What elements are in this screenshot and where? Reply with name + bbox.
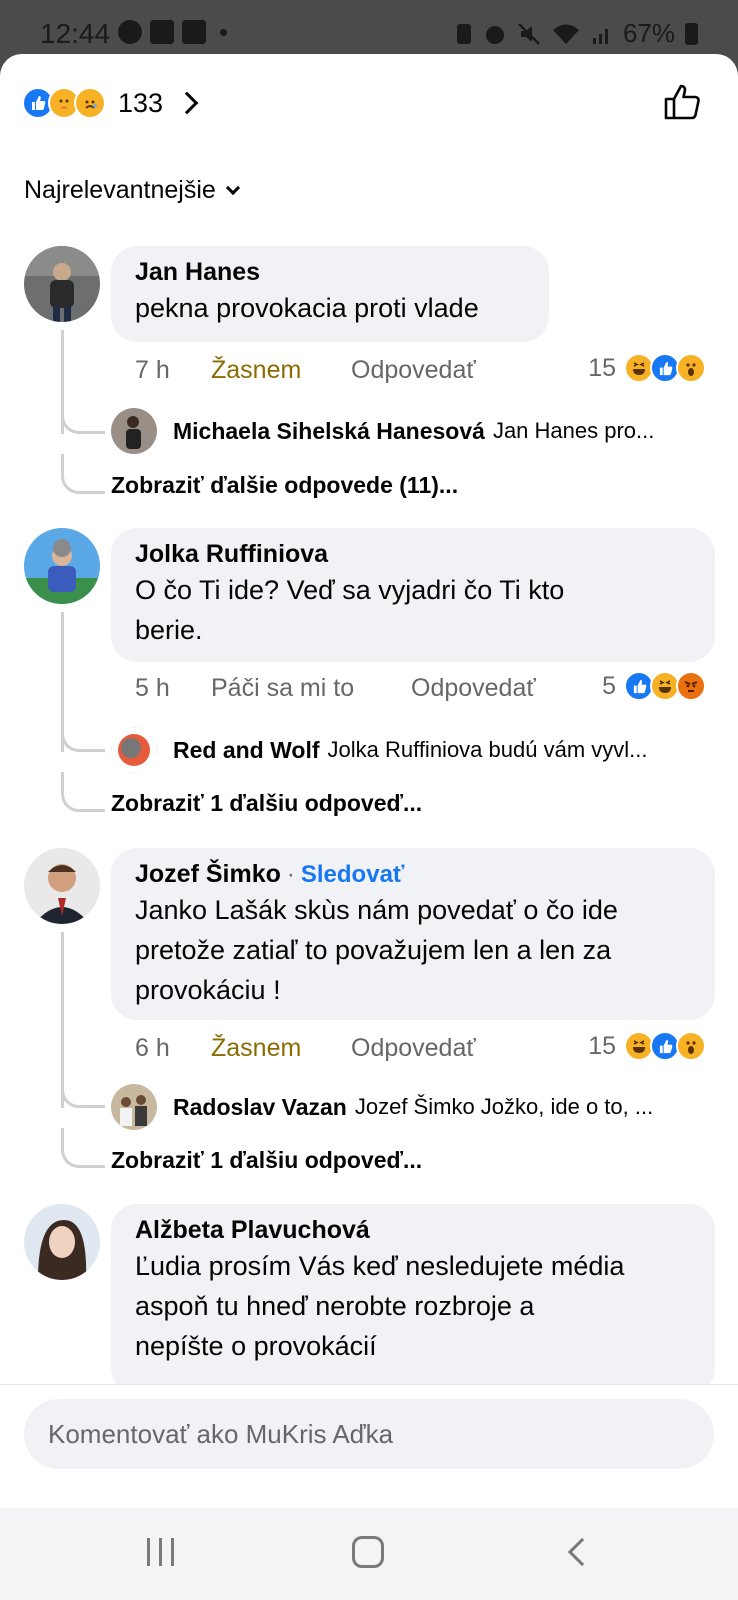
system-icons: 67% [455,18,698,49]
battery-percent: 67% [622,18,675,48]
reply-preview[interactable]: Michaela Sihelská Hanesová Jan Hanes pro… [111,408,711,454]
comment-time[interactable]: 6 h [135,1034,211,1063]
avatar[interactable] [24,1204,100,1280]
comment-author[interactable]: Alžbeta Plavuchová [135,1216,370,1245]
reply-snippet: Jan Hanes pro... [492,418,655,443]
composer-bar: Komentovať ako MuKris Aďka [0,1384,738,1508]
reply-author[interactable]: Radoslav Vazan [173,1094,347,1121]
view-more-replies[interactable]: Zobraziť 1 ďalšiu odpoveď... [111,790,422,817]
notification-icons [118,20,227,44]
avatar[interactable] [111,1084,157,1130]
comment-reaction-count: 15 [588,1031,616,1060]
comment-author[interactable]: Jozef Šimko [135,860,281,889]
comment-reaction-count: 5 [602,671,616,700]
comment-text-line: Janko Lašák skùs nám povedať o čo ide [135,895,618,925]
more-notifications-icon [220,28,227,36]
comment-text-line: aspoň tu hneď nerobte rozbroje a [135,1291,535,1321]
chevron-down-icon [225,180,240,196]
clipboard-icon [456,23,471,44]
comment-reactions[interactable]: 5 [602,671,706,701]
reply-button[interactable]: Odpovedať [411,674,536,703]
wow-reaction-icon [676,353,706,383]
comment-bubble[interactable]: Jolka Ruffiniova O čo Ti ide? Veď sa vyj… [111,528,715,662]
comment-author[interactable]: Jolka Ruffiniova [135,540,328,569]
reply-author[interactable]: Michaela Sihelská Hanesová [173,418,485,445]
gmail-icon [150,20,174,44]
thread-connector [61,1128,105,1168]
comment-text-line: nepíšte o provokácií [135,1331,377,1361]
messenger-icon [118,20,142,44]
comment-text-line: berie. [135,615,203,645]
comment-actions: 5 h Páči sa mi to Odpovedať [135,670,536,706]
separator-dot: · [286,861,295,888]
view-more-replies[interactable]: Zobraziť ďalšie odpovede (11)... [111,472,458,499]
like-outline-icon[interactable] [662,82,702,122]
battery-icon [685,22,698,45]
react-button[interactable]: Páči sa mi to [211,674,411,703]
reaction-total: 133 [118,87,164,118]
wow-reaction-icon [676,1031,706,1061]
avatar[interactable] [24,246,100,322]
chevron-right-icon[interactable] [175,91,199,115]
comment-reaction-count: 15 [588,353,616,382]
gallery-icon [182,20,206,44]
avatar[interactable] [111,727,157,773]
comment-time[interactable]: 7 h [135,356,211,385]
comment-reactions[interactable]: 15 [588,1031,706,1061]
avatar[interactable] [111,408,157,454]
reply-author[interactable]: Red and Wolf [173,737,320,764]
system-nav-bar [0,1508,738,1600]
view-more-replies[interactable]: Zobraziť 1 ďalšiu odpoveď... [111,1147,422,1174]
comment-actions: 6 h Žasnem Odpovedať [135,1030,476,1066]
comment-bubble[interactable]: Jan Hanes pekna provokacia proti vlade [111,246,549,342]
reply-preview[interactable]: Red and Wolf Jolka Ruffiniova budú vám v… [111,727,711,773]
reply-button[interactable]: Odpovedať [351,1034,476,1063]
sort-label: Najrelevantnejšie [24,176,216,204]
alarm-icon [485,25,504,44]
comment-text: pekna provokacia proti vlade [135,293,479,323]
thread-connector [61,454,105,494]
home-button[interactable] [352,1536,384,1568]
angry-reaction-icon [676,671,706,701]
signal-icon [592,28,608,44]
comment-text-line: pretože zatiaľ to považujem len a len za [135,935,612,965]
reply-snippet: Jozef Šimko Jožko, ide o to, ... [354,1094,654,1119]
sort-dropdown[interactable]: Najrelevantnejšie [24,176,240,205]
comment-input[interactable]: Komentovať ako MuKris Aďka [24,1399,714,1469]
reply-preview[interactable]: Radoslav Vazan Jozef Šimko Jožko, ide o … [111,1084,711,1130]
recents-button[interactable] [147,1538,174,1566]
reactions-summary[interactable]: 133 [22,80,199,126]
back-button[interactable] [567,1537,597,1567]
reply-button[interactable]: Odpovedať [351,356,476,385]
comment-actions: 7 h Žasnem Odpovedať [135,352,476,388]
comments-sheet: 133 Najrelevantnejšie Jan Hanes pekna pr… [0,54,738,1508]
comment-time[interactable]: 5 h [135,674,211,703]
reply-snippet: Jolka Ruffiniova budú vám vyvl... [327,737,648,762]
comment-bubble[interactable]: Jozef Šimko · Sledovať Janko Lašák skùs … [111,848,715,1020]
comment-bubble[interactable]: Alžbeta Plavuchová Ľudia prosím Vás keď … [111,1204,715,1394]
comment-text-line: provokáciu ! [135,975,281,1005]
react-button[interactable]: Žasnem [211,1034,351,1063]
follow-button[interactable]: Sledovať [301,861,405,889]
thread-connector [61,412,105,434]
avatar[interactable] [24,848,100,924]
status-time: 12:44 [40,18,111,49]
comment-text-line: Ľudia prosím Vás keď nesledujete média [135,1251,625,1281]
thread-connector [61,772,105,812]
wifi-icon [552,24,579,44]
thread-line [61,932,64,1108]
sad-reaction-icon [74,87,106,119]
avatar[interactable] [24,528,100,604]
mute-icon [518,22,540,45]
react-button[interactable]: Žasnem [211,356,351,385]
thread-connector [61,730,105,752]
comment-text-line: O čo Ti ide? Veď sa vyjadri čo Ti kto [135,575,565,605]
comment-reactions[interactable]: 15 [588,353,706,383]
comment-author[interactable]: Jan Hanes [135,258,260,287]
thread-connector [61,1086,105,1108]
